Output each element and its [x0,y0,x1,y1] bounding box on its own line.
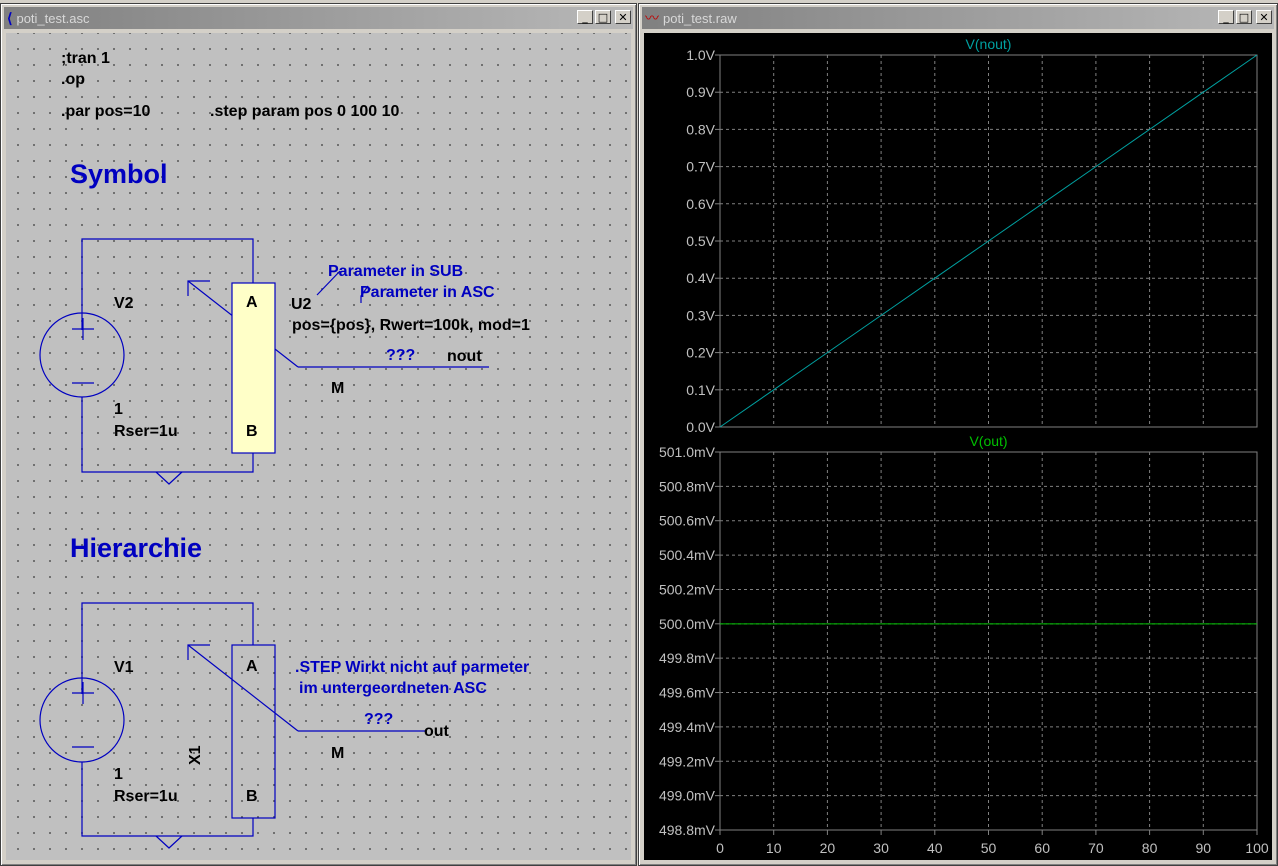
y-tick-label: 499.4mV [659,719,716,735]
instance-name-u2[interactable]: U2 [291,296,311,314]
schematic-wires [39,238,489,849]
y-tick-label: 500.6mV [659,513,716,529]
y-tick-label: 501.0mV [659,444,716,460]
minimize-button[interactable]: _ [1218,10,1234,24]
x-tick-label: 80 [1142,840,1158,856]
close-button[interactable]: ✕ [615,10,631,24]
pin-b-label-2: B [246,788,258,805]
x-tick-label: 90 [1196,840,1212,856]
schematic-window[interactable]: ⟨ poti_test.asc _ □ ✕ ;tran 1 .op .par p… [0,3,637,866]
source-name-v1[interactable]: V1 [114,659,134,677]
pin-b-label: B [246,423,258,440]
x-tick-label: 70 [1088,840,1104,856]
x-tick-label: 50 [981,840,997,856]
wire-top-symbol [81,238,254,330]
y-tick-label: 0.7V [686,159,715,175]
directive-tran[interactable]: ;tran 1 [61,50,110,68]
x-tick-label: 60 [1034,840,1050,856]
x-tick-label: 20 [820,840,836,856]
net-label-out[interactable]: out [424,723,449,741]
y-tick-label: 500.2mV [659,581,716,597]
schematic-titlebar[interactable]: ⟨ poti_test.asc _ □ ✕ [4,7,633,29]
plot-window[interactable]: 〰 poti_test.raw _ □ ✕ 1.0V 0.9V 0.8V 0.7V 0.… [638,3,1278,866]
x-tick-label: 100 [1245,840,1269,856]
maximize-button[interactable]: □ [1236,10,1252,24]
comment-step-note-line2[interactable]: im untergeordneten ASC [299,680,487,698]
minimize-button[interactable]: _ [577,10,593,24]
wiper-label-m-hier: M [331,745,345,762]
y-tick-label: 0.0V [686,419,715,435]
schematic-app-icon: ⟨ [7,9,13,26]
source-rser-v2[interactable]: Rser=1u [114,423,178,441]
pin-a-label-2: A [246,658,258,675]
maximize-button[interactable]: □ [595,10,611,24]
comment-parameter-in-sub[interactable]: Parameter in SUB [328,263,463,281]
comment-qqq-hier[interactable]: ??? [364,711,393,729]
y-tick-label: 0.4V [686,270,715,286]
y-tick-label: 0.2V [686,345,715,361]
schematic-window-title: poti_test.asc [16,10,90,26]
comment-step-note-line1[interactable]: .STEP Wirkt nicht auf parmeter [295,659,529,677]
y-tick-label: 0.1V [686,382,715,398]
comment-qqq-symbol[interactable]: ??? [386,347,415,365]
plot-titlebar[interactable]: 〰 poti_test.raw _ □ ✕ [642,7,1274,29]
plot-canvas[interactable]: 1.0V 0.9V 0.8V 0.7V 0.6V 0.5V 0.4V 0.3V 0.2V 0.1V… [644,33,1272,860]
waveform-app-icon: 〰 [645,10,659,26]
y-tick-label: 500.8mV [659,478,716,494]
source-name-v2[interactable]: V2 [114,295,134,313]
y-tick-label: 0.3V [686,307,715,323]
y-tick-label: 1.0V [686,47,715,63]
net-label-nout[interactable]: nout [447,348,482,366]
source-value-v1[interactable]: 1 [114,766,123,784]
trace-title: V(out) [969,433,1007,449]
wiper-label-m-symbol: M [331,380,345,397]
x-tick-label: 30 [873,840,889,856]
instance-name-x1[interactable]: X1 [187,745,205,765]
y-tick-label: 498.8mV [659,822,716,838]
y-tick-label: 0.5V [686,233,715,249]
source-value-v2[interactable]: 1 [114,401,123,419]
plot-svg[interactable]: 1.0V 0.9V 0.8V 0.7V 0.6V 0.5V 0.4V 0.3V 0.2V 0.1V… [644,33,1274,862]
directive-par[interactable]: .par pos=10 [61,103,150,121]
y-tick-label: 0.8V [686,121,715,137]
comment-parameter-in-asc[interactable]: Parameter in ASC [360,284,495,302]
trace-title: V(nout) [966,36,1012,52]
x-tick-label: 40 [927,840,943,856]
section-title-hierarchy: Hierarchie [70,533,203,563]
y-tick-label: 499.6mV [659,685,716,701]
plot-window-title: poti_test.raw [663,10,737,26]
x-tick-label: 0 [716,840,724,856]
y-tick-label: 0.6V [686,196,715,212]
y-tick-label: 499.8mV [659,650,716,666]
source-rser-v1[interactable]: Rser=1u [114,788,178,806]
section-title-symbol: Symbol [70,159,168,189]
y-tick-label: 500.4mV [659,547,716,563]
directive-step[interactable]: .step param pos 0 100 10 [210,103,399,121]
x-tick-label: 10 [766,840,782,856]
y-tick-label: 0.9V [686,84,715,100]
y-tick-label: 499.2mV [659,753,716,769]
y-tick-label: 500.0mV [659,616,716,632]
pin-a-label: A [246,294,258,311]
directive-op[interactable]: .op [61,71,85,89]
schematic-canvas[interactable]: ;tran 1 .op .par pos=10 .step param pos … [6,33,631,860]
instance-params-u2[interactable]: pos={pos}, Rwert=100k, mod=1 [292,317,530,335]
y-tick-label: 499.0mV [659,788,716,804]
close-button[interactable]: ✕ [1256,10,1272,24]
